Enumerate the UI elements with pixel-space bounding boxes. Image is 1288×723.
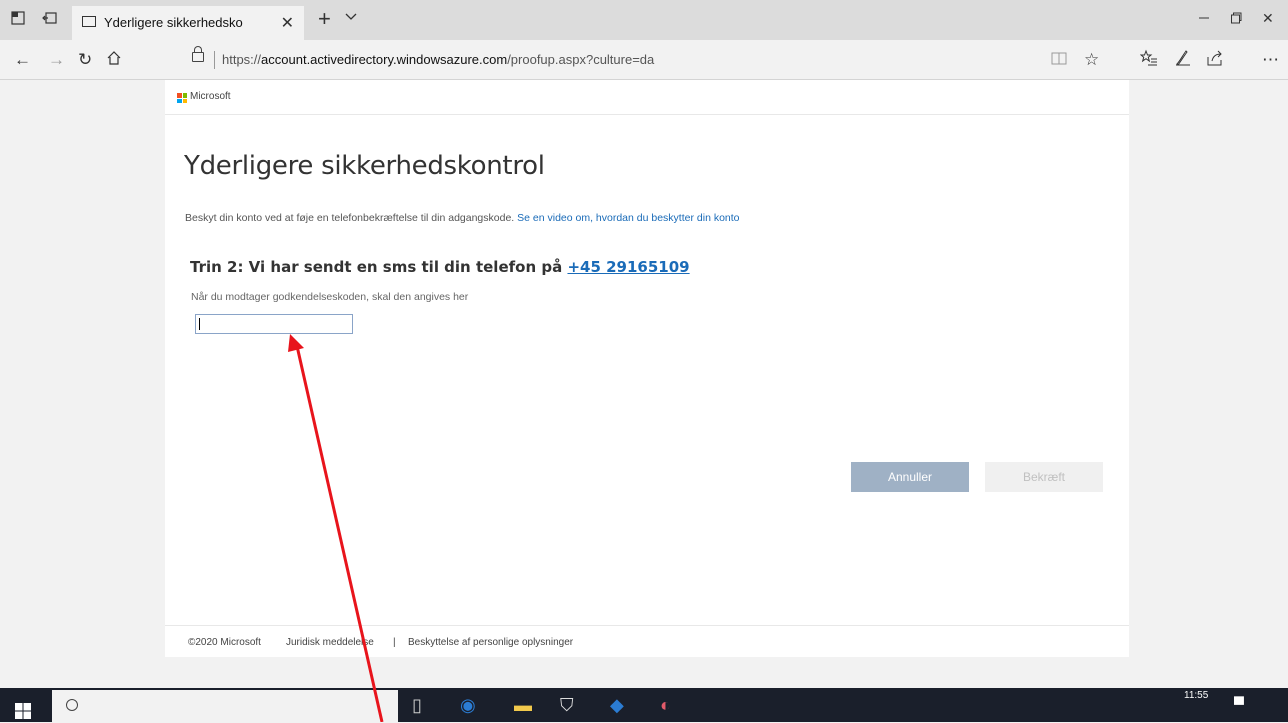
annotation-arrow xyxy=(288,334,384,722)
